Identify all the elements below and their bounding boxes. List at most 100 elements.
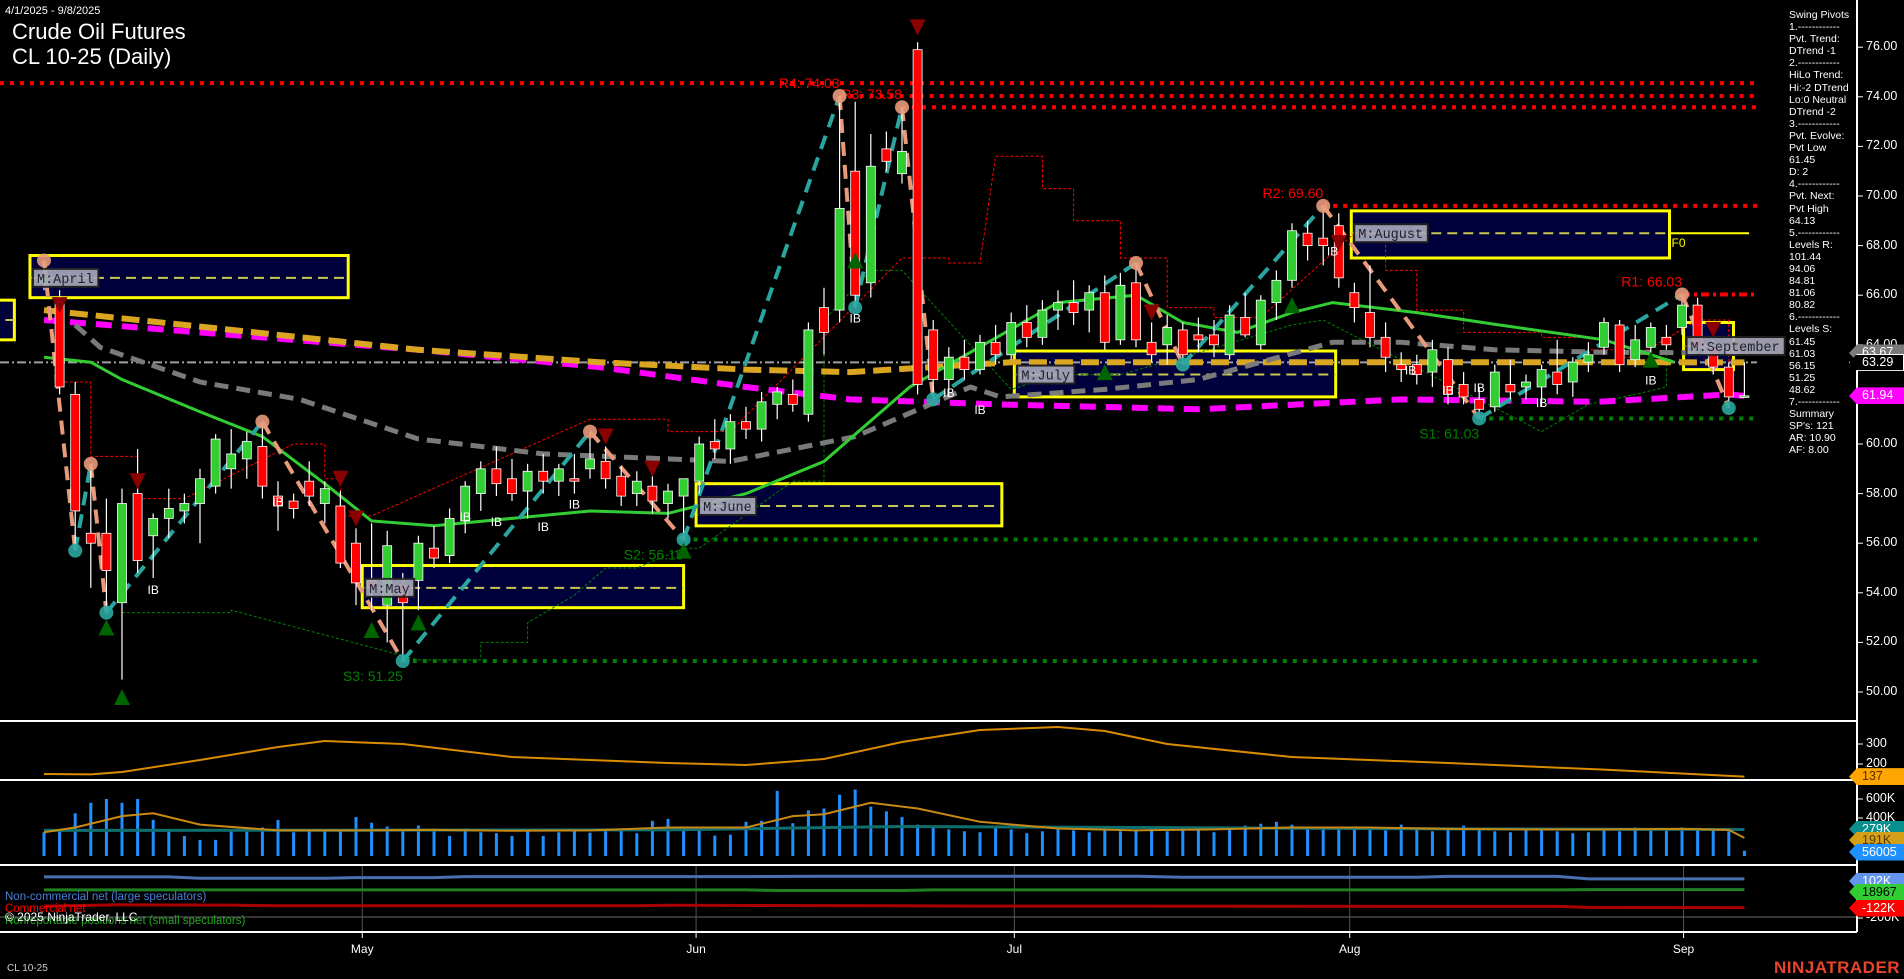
candle-body-up	[1521, 381, 1531, 388]
candle	[1739, 362, 1750, 398]
candle	[1037, 300, 1048, 345]
monthly-label: M:June	[703, 501, 752, 516]
candle-body-down	[569, 478, 580, 482]
pivot-high-marker	[1675, 287, 1689, 302]
candle-body-up	[413, 542, 424, 581]
candle-body-up	[1536, 369, 1547, 388]
monthly-label: M:September	[1691, 341, 1780, 356]
date-axis-label: Jun	[686, 942, 706, 956]
candle	[1599, 317, 1609, 355]
candle-body-down	[959, 356, 970, 371]
candle-body-up	[1084, 292, 1095, 311]
inside-bar-label: IB	[538, 520, 549, 534]
candle	[1302, 220, 1313, 261]
candle	[709, 419, 720, 459]
candle-body-down	[1302, 232, 1313, 246]
candle	[975, 334, 985, 375]
triangle-down-icon	[332, 470, 349, 487]
candle-body-up	[585, 458, 595, 470]
candle	[1240, 292, 1251, 338]
candle	[1021, 305, 1032, 348]
info-panel-line: Hi:-2 DTrend	[1789, 81, 1849, 94]
ninjatrader-logo: NINJATRADER	[1774, 958, 1901, 977]
candle	[1084, 285, 1095, 333]
candle-body-up	[1583, 354, 1594, 363]
triangle-down-icon	[909, 19, 926, 36]
zigzag-down-leg	[260, 420, 405, 663]
info-panel-line: D: 2	[1789, 166, 1809, 179]
price-tick-label: 56.00	[1866, 535, 1898, 550]
candle-body-up	[834, 207, 845, 311]
pivot-high-marker	[832, 89, 847, 104]
candle-body-up	[117, 503, 127, 604]
candle-body-up	[226, 453, 237, 470]
candle	[756, 391, 767, 442]
info-panel-line: 94.06	[1789, 262, 1816, 275]
candle-body-down	[304, 480, 315, 497]
footer-symbol: CL 10-25	[7, 963, 48, 974]
candle	[1053, 290, 1063, 330]
info-panel-line: 61.03	[1789, 347, 1816, 360]
candle-body-down	[85, 532, 96, 544]
pivot-low-marker	[68, 543, 83, 558]
inside-bar-label: IB	[974, 403, 985, 417]
candle-body-up	[756, 401, 767, 430]
info-panel-line: 81.06	[1789, 287, 1816, 300]
candle-body-up	[179, 503, 190, 512]
info-panel-line: Pvt. Trend:	[1789, 33, 1840, 46]
candle-body-down	[616, 475, 627, 497]
level-label: S1: 61.03	[1419, 425, 1479, 441]
price-tick-label: 50.00	[1866, 684, 1898, 698]
candle-body-up	[1224, 314, 1235, 356]
candle	[117, 488, 127, 680]
candle	[226, 429, 237, 489]
candle-body-down	[491, 468, 502, 485]
date-axis-label: May	[350, 942, 374, 956]
zigzag-up-leg	[853, 106, 904, 309]
triangle-up-icon	[363, 622, 380, 638]
candle-body-down	[538, 470, 549, 482]
inside-bar-label: IB	[491, 515, 502, 529]
candle-body-down	[257, 446, 268, 487]
candle	[1521, 374, 1531, 400]
info-panel-line: Pvt. Evolve:	[1789, 129, 1845, 142]
info-panel-line: DTrend -1	[1789, 45, 1836, 58]
inside-bar-label: IB	[460, 510, 471, 524]
candle-body-up	[1427, 349, 1438, 373]
zigzag-up-leg	[681, 95, 842, 541]
candle	[787, 379, 798, 412]
date-axis-label: Sep	[1672, 942, 1695, 956]
candle-body-up	[631, 480, 642, 495]
candle-body-up	[803, 329, 814, 415]
price-tick-label: 70.00	[1866, 188, 1898, 202]
candle-body-down	[1131, 282, 1141, 341]
candle-body-down	[70, 393, 81, 512]
price-marker: 61.94	[1849, 387, 1904, 405]
monthly-label: M:August	[1358, 228, 1423, 243]
candle-body-up	[241, 441, 252, 460]
pivot-low-marker	[1472, 411, 1487, 426]
candle-body-up	[725, 421, 736, 450]
candle-body-up	[1630, 339, 1641, 361]
inside-bar-label: IB	[569, 497, 580, 511]
chart-canvas[interactable]: F0 R4: 74.03R3: 73.58 R2: 69.60 R1: 66.03 S1…	[0, 0, 1904, 979]
info-panel-line: 7.------------	[1789, 396, 1840, 408]
triangle-down-icon	[348, 510, 364, 527]
candle	[335, 491, 346, 568]
candle-body-down	[288, 500, 299, 509]
info-panel-line: AR: 10.90	[1789, 432, 1836, 445]
info-panel-line: 61.45	[1789, 154, 1816, 167]
level-label: R3: 73.58	[841, 86, 902, 102]
candle	[741, 406, 751, 440]
info-panel-line: 6.------------	[1789, 311, 1840, 324]
inside-bar-label: IB	[1474, 381, 1485, 395]
candle	[725, 414, 736, 464]
candle-body-up	[1006, 322, 1017, 356]
candle-body-up	[1053, 302, 1063, 311]
inside-bar-label: IB	[1645, 373, 1656, 387]
candle-body-down	[1552, 371, 1563, 385]
candle-body-down	[881, 148, 892, 162]
pivot-high-marker	[37, 253, 51, 268]
candle-body-up	[1287, 230, 1297, 281]
candle	[241, 431, 252, 479]
